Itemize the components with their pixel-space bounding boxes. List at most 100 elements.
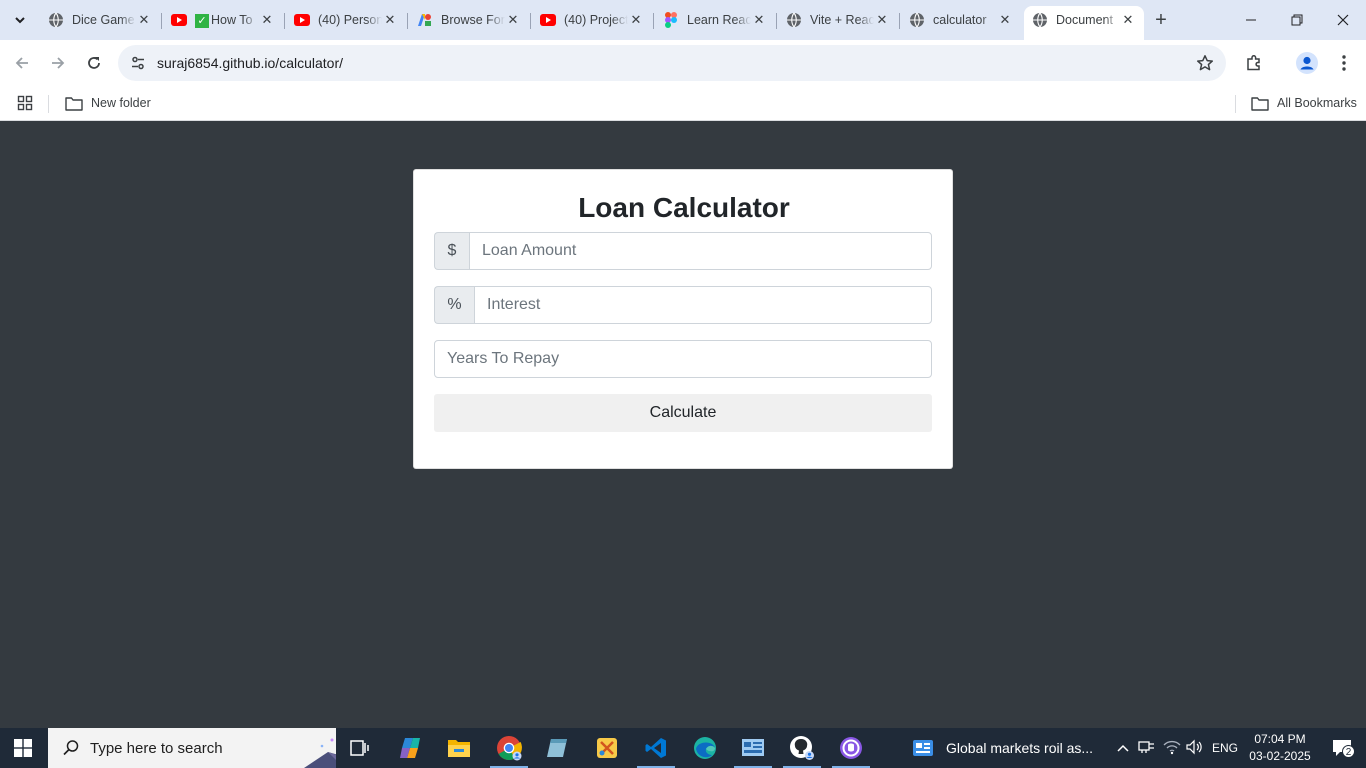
- show-hidden-icons[interactable]: [1114, 741, 1132, 755]
- close-window-button[interactable]: [1320, 0, 1366, 40]
- tab-title-wrap: ✓ How To: [195, 13, 259, 28]
- minimize-icon: [1246, 19, 1256, 21]
- dollar-prefix: $: [434, 232, 469, 270]
- snipping-tool-icon: [597, 738, 617, 758]
- reload-icon: [88, 57, 100, 69]
- apps-button[interactable]: [17, 92, 41, 114]
- all-bookmarks-button[interactable]: All Bookmarks: [1251, 92, 1357, 114]
- tab-5[interactable]: Learn React ✕: [655, 6, 777, 34]
- calculate-button[interactable]: Calculate: [434, 394, 932, 432]
- control-panel-button[interactable]: [730, 728, 776, 768]
- edge-icon: [694, 737, 716, 759]
- vscode-button[interactable]: [633, 728, 679, 768]
- tab-1[interactable]: ✓ How To ✕: [163, 6, 285, 34]
- start-button[interactable]: [0, 728, 46, 768]
- interest-input[interactable]: [474, 286, 932, 324]
- tab-active[interactable]: Document ✕: [1024, 6, 1144, 40]
- bookmarks-divider: [1235, 95, 1236, 113]
- restore-button[interactable]: [1274, 0, 1320, 40]
- vscode-icon: [645, 738, 666, 758]
- site-settings-icon[interactable]: [120, 55, 156, 71]
- close-icon[interactable]: ✕: [997, 12, 1013, 28]
- tab-6[interactable]: Vite + React ✕: [778, 6, 900, 34]
- chevron-up-icon: [1117, 744, 1129, 752]
- news-widget[interactable]: Global markets roil as...: [912, 728, 1108, 768]
- task-view-icon: [350, 740, 369, 756]
- close-icon[interactable]: ✕: [1120, 12, 1136, 28]
- windows-icon: [14, 739, 32, 757]
- wifi-icon[interactable]: [1163, 739, 1181, 758]
- search-placeholder: Type here to search: [90, 739, 223, 757]
- github-desktop-icon: [840, 737, 862, 759]
- figma-icon: [663, 12, 679, 28]
- extensions-button[interactable]: [1240, 49, 1268, 77]
- tab-title: Vite + React: [810, 13, 874, 27]
- clock-date: 03-02-2025: [1249, 749, 1311, 763]
- more-vert-icon: [1342, 55, 1346, 71]
- chrome-button[interactable]: [486, 728, 532, 768]
- new-tab-button[interactable]: +: [1148, 7, 1174, 33]
- loan-amount-group: $: [434, 232, 932, 270]
- tab-4[interactable]: (40) Projects ✕: [532, 6, 654, 34]
- github-icon: [790, 736, 814, 760]
- file-explorer-button[interactable]: [436, 728, 482, 768]
- search-highlight-icon: [304, 738, 336, 768]
- bookmark-label: New folder: [91, 96, 151, 110]
- notification-center[interactable]: 2: [1322, 728, 1362, 768]
- tab-title: Learn React: [687, 13, 751, 27]
- arrow-right-icon: [52, 57, 65, 69]
- language-indicator[interactable]: ENG: [1212, 741, 1238, 755]
- close-icon[interactable]: ✕: [874, 12, 890, 28]
- browser-toolbar: suraj6854.github.io/calculator/: [0, 40, 1366, 86]
- avatar-icon: [1296, 52, 1318, 74]
- globe-icon: [786, 12, 802, 28]
- close-icon[interactable]: ✕: [136, 12, 152, 28]
- notepad-button[interactable]: [534, 728, 580, 768]
- minimize-button[interactable]: [1228, 0, 1274, 40]
- tab-search-button[interactable]: [6, 6, 34, 34]
- menu-button[interactable]: [1330, 49, 1358, 77]
- tab-3[interactable]: Browse Fonts ✕: [409, 6, 531, 34]
- close-icon[interactable]: ✕: [505, 12, 521, 28]
- tab-0[interactable]: Dice Game ✕: [40, 6, 162, 34]
- years-to-repay-input[interactable]: [434, 340, 932, 378]
- close-icon[interactable]: ✕: [382, 12, 398, 28]
- close-icon[interactable]: ✕: [628, 12, 644, 28]
- profile-button[interactable]: [1293, 49, 1321, 77]
- tab-title: Browse Fonts: [441, 13, 505, 27]
- interest-group: %: [434, 286, 932, 324]
- folder-icon: [448, 740, 470, 757]
- tab-strip: Dice Game ✕ ✓How To ✕ (40) Personal ✕ Br…: [0, 0, 1366, 40]
- taskbar-search[interactable]: Type here to search: [48, 728, 336, 768]
- snipping-tool-button[interactable]: [584, 728, 630, 768]
- clock[interactable]: 07:04 PM 03-02-2025: [1244, 731, 1316, 765]
- bookmark-star-icon[interactable]: [1196, 54, 1214, 77]
- globe-icon: [1032, 12, 1048, 28]
- github-desktop-button-2[interactable]: [828, 728, 874, 768]
- github-desktop-button[interactable]: [779, 728, 825, 768]
- notification-badge: 2: [1342, 745, 1355, 758]
- tab-title: Dice Game: [72, 13, 135, 27]
- close-icon[interactable]: ✕: [751, 12, 767, 28]
- copilot-icon: [400, 738, 420, 758]
- tab-7[interactable]: calculator ✕: [901, 6, 1021, 34]
- youtube-icon: [540, 12, 556, 28]
- copilot-button[interactable]: [387, 728, 433, 768]
- tab-title: (40) Personal: [318, 13, 382, 27]
- bookmark-folder-new-folder[interactable]: New folder: [65, 92, 151, 114]
- network-plug-icon[interactable]: [1138, 739, 1156, 758]
- loan-amount-input[interactable]: [469, 232, 932, 270]
- close-icon[interactable]: ✕: [259, 12, 275, 28]
- bookmarks-divider: [48, 95, 49, 113]
- forward-button[interactable]: [43, 48, 73, 78]
- tab-2[interactable]: (40) Personal ✕: [286, 6, 408, 34]
- volume-icon[interactable]: [1186, 739, 1204, 758]
- reload-button[interactable]: [79, 48, 109, 78]
- edge-button[interactable]: [682, 728, 728, 768]
- google-fonts-icon: [417, 12, 433, 28]
- url-text[interactable]: suraj6854.github.io/calculator/: [157, 55, 343, 71]
- back-button[interactable]: [7, 48, 37, 78]
- tab-title: (40) Projects: [564, 13, 628, 27]
- task-view-button[interactable]: [337, 728, 383, 768]
- address-bar[interactable]: suraj6854.github.io/calculator/: [118, 45, 1226, 81]
